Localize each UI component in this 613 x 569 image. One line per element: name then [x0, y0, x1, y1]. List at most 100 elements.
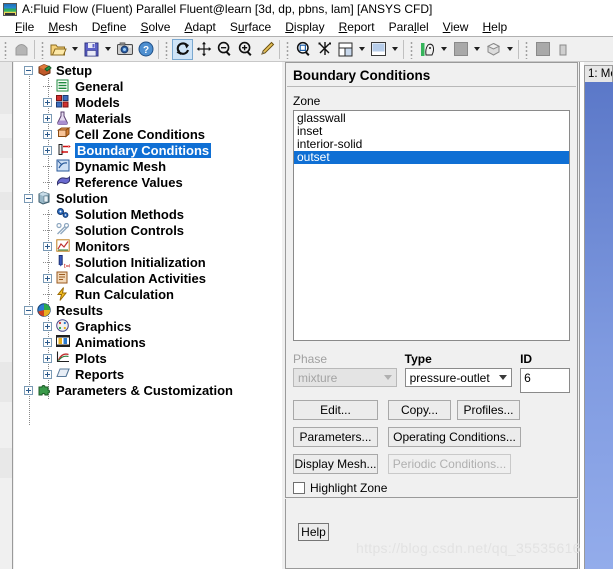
tree-expand-icon[interactable] — [43, 241, 52, 251]
save-disk-icon[interactable] — [81, 39, 102, 60]
outline-tree-panel[interactable]: Setup General Models Materials Cell Zone Con… — [14, 62, 282, 569]
tree-node-solution-controls[interactable]: Solution Controls — [14, 222, 282, 238]
tree-node-plots[interactable]: Plots — [14, 350, 282, 366]
watermark: https://blog.csdn.net/qq_35535616 — [356, 540, 581, 556]
menu-solve[interactable]: Solve — [133, 19, 177, 35]
tree-expand-icon[interactable] — [24, 385, 33, 395]
highlight-zone-row[interactable]: Highlight Zone — [293, 481, 570, 495]
zoom-out-icon[interactable] — [214, 39, 235, 60]
zone-list-item[interactable]: outset — [294, 151, 569, 164]
tree-node-setup[interactable]: Setup — [14, 62, 282, 78]
color-swatch-icon[interactable] — [450, 39, 471, 60]
graphics-viewport[interactable] — [584, 82, 613, 569]
zone-list-item[interactable]: glasswall — [294, 112, 569, 125]
save-disk-dropdown[interactable] — [102, 39, 114, 60]
rotate-refresh-icon[interactable] — [172, 38, 193, 60]
display-mesh-button[interactable]: Display Mesh... — [293, 454, 378, 474]
pan-move-icon[interactable] — [193, 39, 214, 60]
layout-grid-dropdown[interactable] — [356, 39, 368, 60]
lighting-dropdown[interactable] — [438, 39, 450, 60]
render-cube-dropdown[interactable] — [504, 39, 516, 60]
tree-expand-icon[interactable] — [43, 129, 52, 139]
probe-eyedropper-icon[interactable] — [256, 39, 277, 60]
stop-icon[interactable] — [11, 39, 32, 60]
tree-expand-icon[interactable] — [43, 145, 52, 155]
tree-expand-icon[interactable] — [43, 97, 52, 107]
tree-node-cell-zone-conditions[interactable]: Cell Zone Conditions — [14, 126, 282, 142]
copy-button[interactable]: Copy... — [388, 400, 451, 420]
tree-expand-icon[interactable] — [43, 337, 52, 347]
menu-mesh[interactable]: Mesh — [41, 19, 84, 35]
profiles-button[interactable]: Profiles... — [457, 400, 520, 420]
tree-collapse-icon[interactable] — [24, 305, 33, 315]
layout-grid-icon[interactable] — [335, 39, 356, 60]
menu-help[interactable]: Help — [475, 19, 514, 35]
tree-node-run-calculation[interactable]: Run Calculation — [14, 286, 282, 302]
color-swatch2-icon[interactable] — [532, 39, 553, 60]
tree-node-models[interactable]: Models — [14, 94, 282, 110]
toolbar-grip[interactable] — [163, 39, 170, 59]
tree-node-reference-values[interactable]: Reference Values — [14, 174, 282, 190]
tree-node-solution-methods[interactable]: Solution Methods — [14, 206, 282, 222]
menu-parallel[interactable]: Parallel — [382, 19, 436, 35]
open-folder-dropdown[interactable] — [69, 39, 81, 60]
tree-node-solution-initialization[interactable]: t=0 Solution Initialization — [14, 254, 282, 270]
tab-mesh[interactable]: 1: Me — [584, 65, 613, 82]
highlight-zone-checkbox[interactable] — [293, 482, 305, 494]
tree-collapse-icon[interactable] — [24, 65, 33, 75]
tree-node-animations[interactable]: Animations — [14, 334, 282, 350]
tree-node-dynamic-mesh[interactable]: Dynamic Mesh — [14, 158, 282, 174]
tree-expand-icon[interactable] — [43, 321, 52, 331]
menu-define[interactable]: Define — [85, 19, 134, 35]
tree-node-graphics[interactable]: Graphics — [14, 318, 282, 334]
tree-node-calculation-activities[interactable]: Calculation Activities — [14, 270, 282, 286]
toolbar-grip[interactable] — [408, 39, 415, 59]
menu-display[interactable]: Display — [278, 19, 331, 35]
tree-expand-icon[interactable] — [43, 273, 52, 283]
menu-report[interactable]: Report — [332, 19, 382, 35]
parameters-button[interactable]: Parameters... — [293, 427, 378, 447]
menu-file[interactable]: File — [8, 19, 41, 35]
tree-node-boundary-conditions[interactable]: Boundary Conditions — [14, 142, 282, 158]
misc-icon[interactable] — [553, 39, 574, 60]
tree-node-materials[interactable]: Materials — [14, 110, 282, 126]
menu-view[interactable]: View — [436, 19, 476, 35]
zone-list[interactable]: glasswall inset interior-solid outset — [293, 110, 570, 341]
tree-node-general[interactable]: General — [14, 78, 282, 94]
menu-adapt[interactable]: Adapt — [177, 19, 222, 35]
zoom-in-icon[interactable] — [235, 39, 256, 60]
phase-dropdown[interactable]: mixture — [293, 368, 397, 387]
type-dropdown[interactable]: pressure-outlet — [404, 368, 513, 387]
toolbar-grip[interactable] — [523, 39, 530, 59]
tree-expand-icon[interactable] — [43, 369, 52, 379]
background-color-dropdown[interactable] — [389, 39, 401, 60]
tree-collapse-icon[interactable] — [24, 193, 33, 203]
tree-expand-icon[interactable] — [43, 353, 52, 363]
toolbar-separator — [403, 39, 404, 59]
render-cube-icon[interactable] — [483, 39, 504, 60]
toolbar-grip[interactable] — [2, 39, 9, 59]
edit-button[interactable]: Edit... — [293, 400, 378, 420]
operating-conditions-button[interactable]: Operating Conditions... — [388, 427, 521, 447]
help-button[interactable]: Help — [298, 523, 329, 541]
color-swatch-dropdown[interactable] — [471, 39, 483, 60]
toolbar-grip[interactable] — [39, 39, 46, 59]
camera-icon[interactable] — [114, 39, 135, 60]
zoom-fit-icon[interactable] — [293, 39, 314, 60]
mesh-node-icon[interactable] — [314, 39, 335, 60]
id-input[interactable]: 6 — [520, 368, 570, 393]
tree-node-parameters-customization[interactable]: Parameters & Customization — [14, 382, 282, 398]
background-color-icon[interactable] — [368, 39, 389, 60]
reference-icon — [56, 175, 71, 189]
tree-node-reports[interactable]: Reports — [14, 366, 282, 382]
tree-node-monitors[interactable]: Monitors — [14, 238, 282, 254]
tree-node-solution[interactable]: Solution — [14, 190, 282, 206]
tree-node-results[interactable]: Results — [14, 302, 282, 318]
help-question-icon[interactable]: ? — [135, 39, 156, 60]
zone-list-item[interactable]: interior-solid — [294, 138, 569, 151]
toolbar-grip[interactable] — [284, 39, 291, 59]
open-folder-icon[interactable] — [48, 39, 69, 60]
lighting-head-icon[interactable] — [417, 39, 438, 60]
menu-surface[interactable]: Surface — [223, 19, 278, 35]
tree-expand-icon[interactable] — [43, 113, 52, 123]
